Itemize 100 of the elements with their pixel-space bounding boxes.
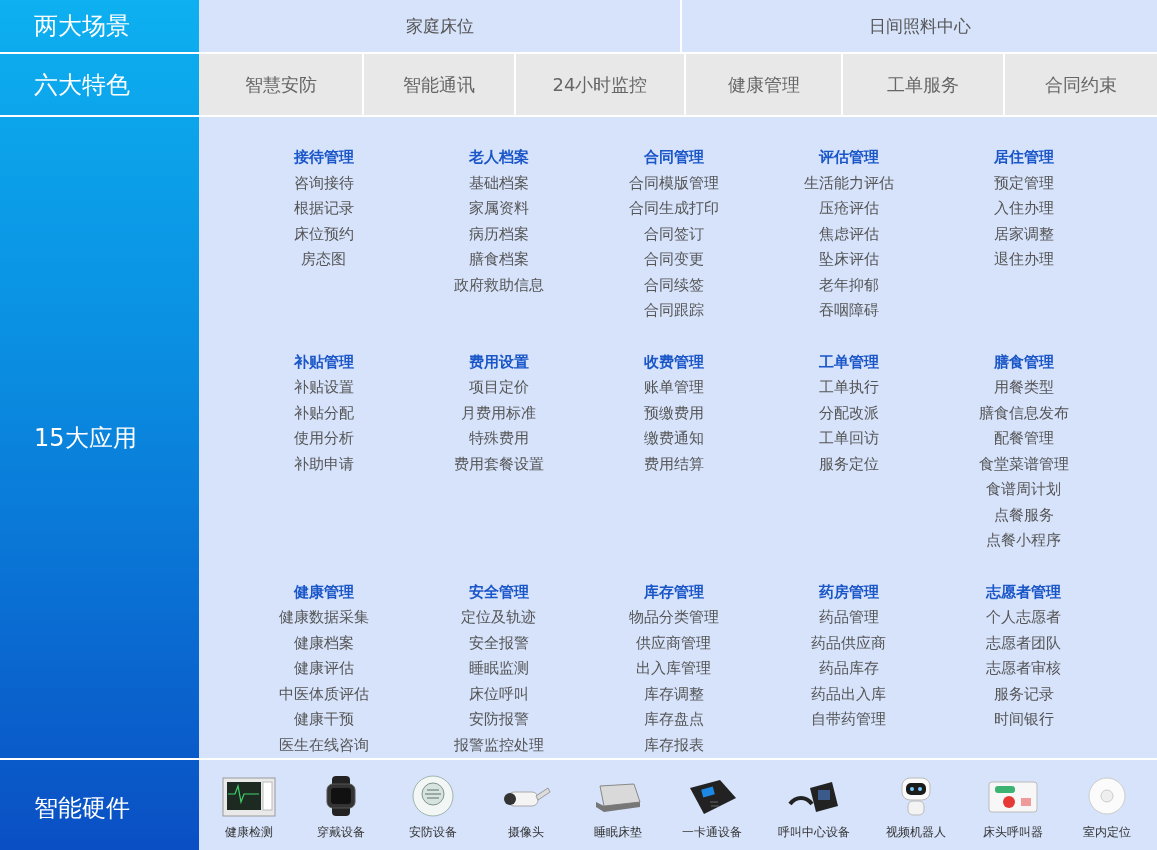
module-title: 志愿者管理 (986, 581, 1061, 603)
module-item: 食谱周计划 (986, 479, 1061, 500)
module-item: 安全报警 (468, 632, 529, 654)
module-item: 药品管理 (818, 607, 879, 628)
section-label: 智能硬件 (0, 760, 199, 850)
module-title: 接待管理 (293, 147, 354, 168)
device-label: 呼叫中心设备 (778, 824, 851, 841)
feature-label: 工单服务 (843, 54, 1003, 115)
module-item: 工单执行 (818, 377, 879, 398)
device-label: 穿戴设备 (317, 824, 366, 841)
module-item: 费用结算 (643, 453, 704, 475)
module-item: 根据记录 (293, 198, 354, 219)
module-item: 服务记录 (993, 683, 1054, 705)
module-item: 合同生成打印 (628, 198, 719, 219)
feature-label: 健康管理 (686, 54, 841, 115)
module-item: 入住办理 (993, 198, 1054, 219)
device-label: 健康检测 (225, 824, 274, 841)
module-item: 志愿者团队 (986, 632, 1061, 654)
module-item: 出入库管理 (636, 658, 711, 679)
scene-label: 日间照料中心 (682, 0, 1157, 52)
module-item: 配餐管理 (993, 428, 1054, 449)
device-label: 安防设备 (409, 824, 458, 841)
module-item: 药品供应商 (811, 632, 886, 654)
module-item: 中医体质评估 (278, 683, 369, 705)
module-item: 健康档案 (293, 632, 354, 654)
module-item: 健康干预 (293, 709, 354, 730)
module-item: 定位及轨迹 (461, 607, 536, 628)
module-item: 安防报警 (468, 709, 529, 730)
module-item: 合同跟踪 (643, 300, 704, 321)
module-title: 工单管理 (818, 351, 879, 373)
module-item: 病历档案 (468, 223, 529, 245)
module-item: 合同模版管理 (628, 172, 719, 194)
module-item: 居家调整 (993, 223, 1054, 245)
module-item: 报警监控处理 (453, 734, 544, 756)
feature-label: 智能通讯 (364, 54, 514, 115)
module-item: 合同变更 (643, 249, 704, 270)
module-item: 睡眠监测 (468, 658, 529, 679)
module-item: 账单管理 (643, 377, 704, 398)
module-title: 安全管理 (468, 581, 529, 603)
module-item: 库存调整 (643, 683, 704, 705)
module-title: 补贴管理 (293, 351, 354, 373)
module-item: 供应商管理 (636, 632, 711, 654)
module-item: 健康数据采集 (278, 607, 369, 628)
module-item: 补助申请 (293, 453, 354, 475)
module-item: 压疮评估 (818, 198, 879, 219)
module-item: 预定管理 (993, 172, 1054, 194)
module-item: 缴费通知 (643, 428, 704, 449)
module-item: 膳食档案 (468, 249, 529, 270)
module-title: 膳食管理 (993, 351, 1054, 373)
module-item: 政府救助信息 (453, 274, 544, 296)
module-item: 食堂菜谱管理 (978, 453, 1069, 475)
module-item: 坠床评估 (818, 249, 879, 270)
module-item: 合同续签 (643, 274, 704, 296)
module-item: 房态图 (301, 249, 346, 270)
module-item: 点餐小程序 (986, 530, 1061, 551)
module-item: 预缴费用 (643, 402, 704, 424)
module-item: 生活能力评估 (803, 172, 894, 194)
module-item: 床位预约 (293, 223, 354, 245)
module-item: 老年抑郁 (818, 274, 879, 296)
section-label: 15大应用 (0, 117, 199, 758)
module-title: 药房管理 (818, 581, 879, 603)
module-item: 点餐服务 (993, 504, 1054, 526)
module-title: 费用设置 (468, 351, 529, 373)
module-item: 志愿者审核 (986, 658, 1061, 679)
feature-label: 智慧安防 (199, 54, 362, 115)
module-item: 健康评估 (293, 658, 354, 679)
scene-label: 家庭床位 (199, 0, 680, 52)
module-item: 药品库存 (818, 658, 879, 679)
module-item: 基础档案 (468, 172, 529, 194)
module-item: 服务定位 (818, 453, 879, 475)
module-title: 合同管理 (643, 147, 704, 168)
module-item: 咨询接待 (293, 172, 354, 194)
module-item: 特殊费用 (468, 428, 529, 449)
module-item: 用餐类型 (993, 377, 1054, 398)
module-item: 物品分类管理 (628, 607, 719, 628)
module-item: 补贴设置 (293, 377, 354, 398)
module-title: 居住管理 (993, 147, 1054, 168)
device-label: 视频机器人 (886, 824, 947, 841)
module-item: 工单回访 (818, 428, 879, 449)
feature-label: 24小时监控 (516, 54, 684, 115)
module-title: 评估管理 (818, 147, 879, 168)
device-label: 室内定位 (1082, 824, 1131, 841)
module-item: 个人志愿者 (986, 607, 1061, 628)
device-label: 睡眠床垫 (593, 824, 642, 841)
module-title: 库存管理 (643, 581, 704, 603)
module-item: 药品出入库 (811, 683, 886, 705)
module-title: 老人档案 (468, 147, 529, 168)
module-title: 健康管理 (293, 581, 354, 603)
section-label: 两大场景 (0, 0, 199, 52)
module-item: 焦虑评估 (818, 223, 879, 245)
module-item: 月费用标准 (461, 402, 536, 424)
feature-label: 合同约束 (1005, 54, 1157, 115)
module-item: 合同签订 (643, 223, 704, 245)
module-item: 库存报表 (643, 734, 704, 756)
module-item: 分配改派 (818, 402, 879, 424)
module-item: 库存盘点 (643, 709, 704, 730)
module-item: 床位呼叫 (468, 683, 529, 705)
device-label: 摄像头 (507, 824, 544, 841)
module-item: 自带药管理 (811, 709, 886, 730)
module-item: 膳食信息发布 (978, 402, 1069, 424)
